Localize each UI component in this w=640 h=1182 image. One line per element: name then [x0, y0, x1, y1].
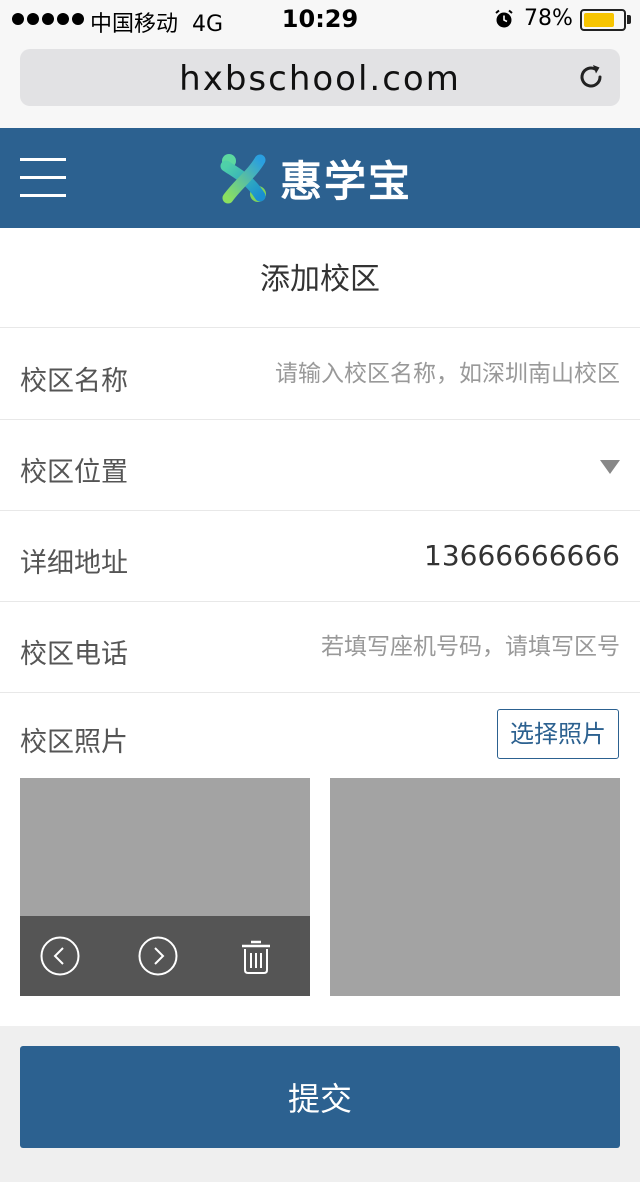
trash-icon[interactable] — [236, 936, 276, 976]
campus-phone-input[interactable] — [220, 634, 620, 660]
brand: 惠学宝 — [220, 148, 412, 208]
battery-fill — [584, 13, 614, 27]
campus-photos-label: 校区照片 — [20, 727, 128, 758]
campus-name-input[interactable] — [220, 361, 620, 387]
campus-location-row[interactable]: 校区位置 — [0, 420, 640, 511]
prev-icon[interactable] — [40, 936, 80, 976]
campus-location-label: 校区位置 — [20, 457, 128, 488]
hamburger-menu-icon[interactable] — [20, 158, 66, 198]
url-text[interactable]: hxbschool.com — [20, 59, 620, 99]
photo-thumbnail[interactable] — [20, 778, 310, 996]
alarm-clock-icon — [495, 9, 513, 28]
next-icon[interactable] — [138, 936, 178, 976]
reload-icon[interactable] — [576, 62, 606, 92]
photo-controls — [20, 916, 310, 996]
battery-icon — [580, 9, 626, 31]
status-bar: 中国移动 4G 10:29 78% — [0, 0, 640, 40]
add-campus-form: 添加校区 校区名称 校区位置 详细地址 校区电话 校区照片 选择照片 — [0, 228, 640, 1026]
campus-phone-row: 校区电话 — [0, 602, 640, 693]
dropdown-arrow-icon[interactable] — [600, 460, 620, 474]
brand-logo-icon — [220, 154, 266, 204]
brand-name: 惠学宝 — [280, 156, 413, 206]
app-header: 惠学宝 — [0, 128, 640, 228]
battery-percent: 78% — [524, 6, 573, 31]
submit-button[interactable]: 提交 — [20, 1046, 620, 1148]
detailed-address-row: 详细地址 — [0, 511, 640, 602]
photo-thumbnail[interactable] — [330, 778, 620, 996]
browser-toolbar: hxbschool.com — [0, 40, 640, 128]
submit-area: 提交 — [0, 1026, 640, 1182]
detailed-address-input[interactable] — [220, 539, 620, 572]
page-title: 添加校区 — [0, 228, 640, 328]
campus-phone-label: 校区电话 — [20, 639, 128, 670]
choose-photo-button[interactable]: 选择照片 — [497, 709, 619, 759]
campus-name-label: 校区名称 — [20, 366, 128, 397]
battery-tip — [627, 15, 631, 24]
campus-photos-section: 校区照片 选择照片 — [0, 692, 640, 1026]
campus-name-row: 校区名称 — [0, 329, 640, 420]
address-bar[interactable]: hxbschool.com — [20, 49, 620, 106]
detailed-address-label: 详细地址 — [20, 548, 128, 579]
